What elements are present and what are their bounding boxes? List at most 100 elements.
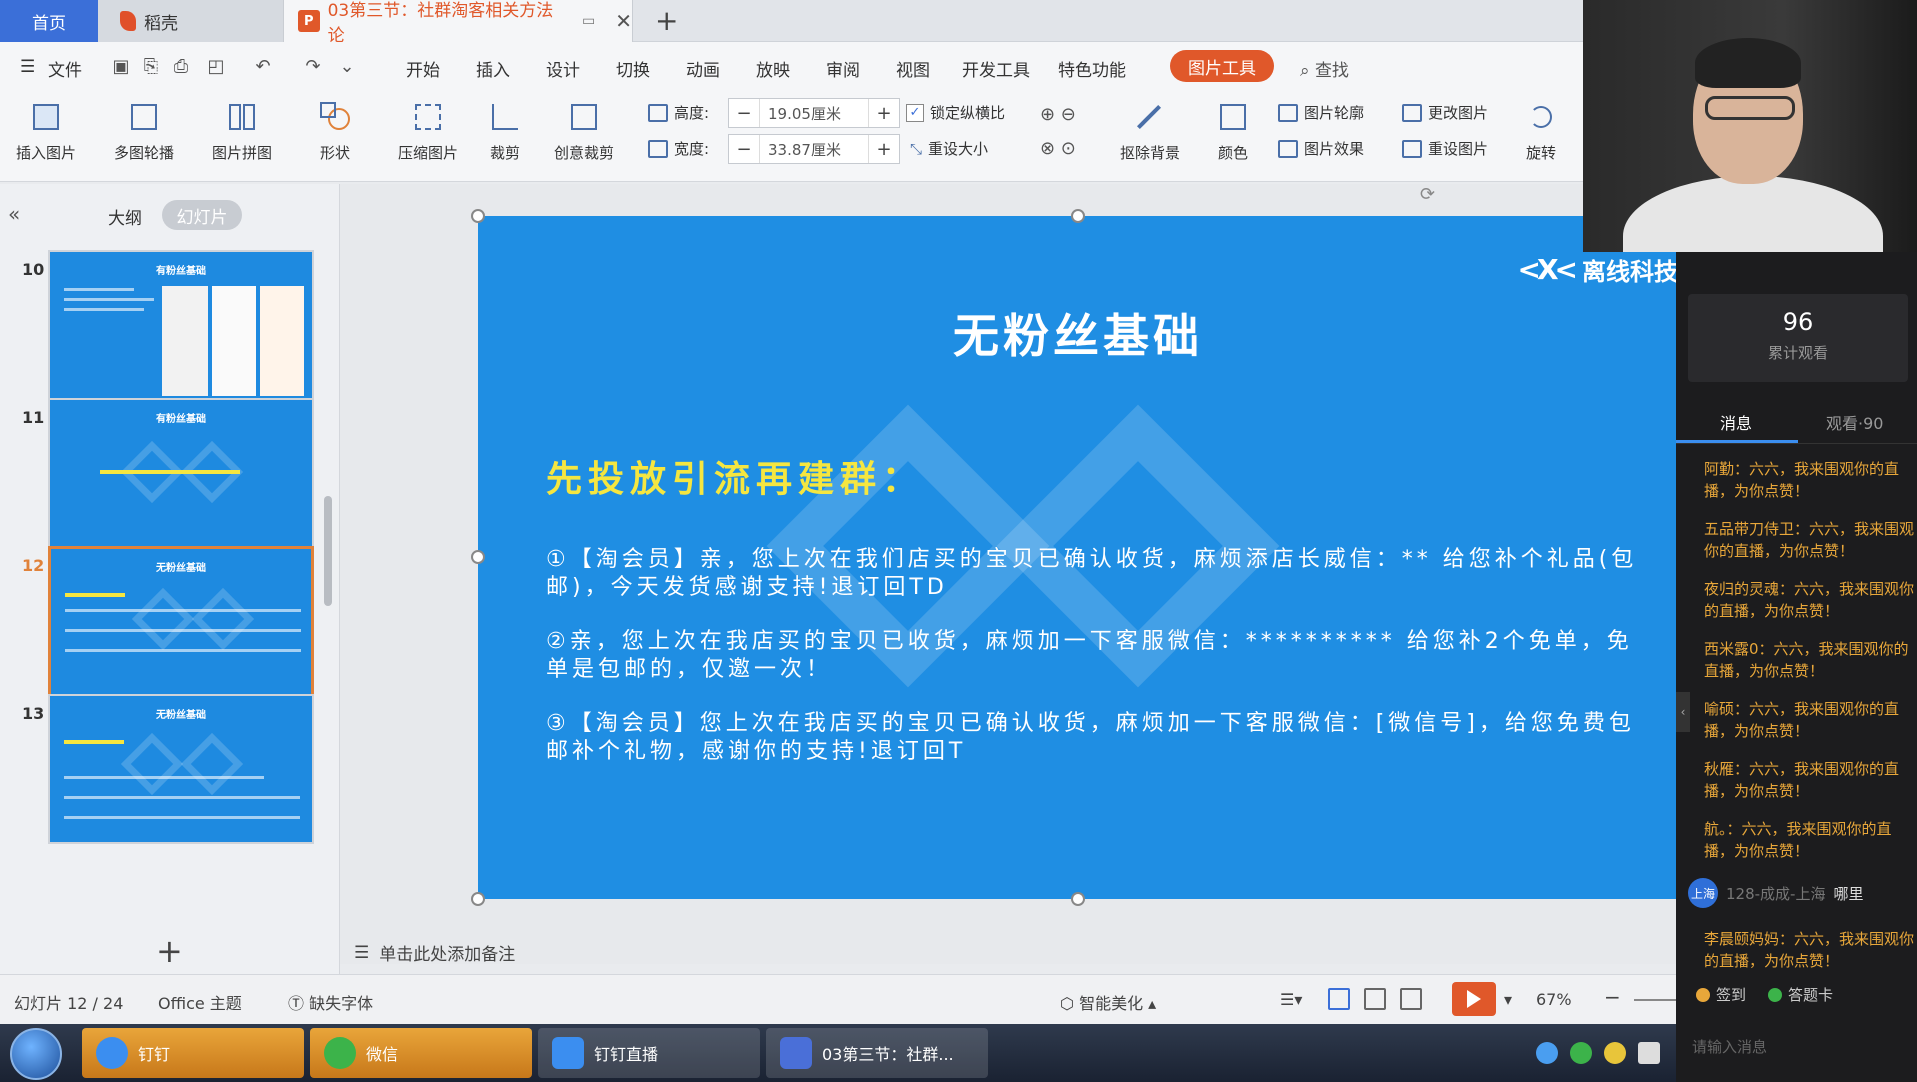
change-picture-icon — [1402, 103, 1422, 122]
menu-picture-tool-label: 图片工具 — [1188, 58, 1256, 79]
resize-handle[interactable] — [1071, 209, 1085, 223]
menu-view[interactable]: 视图 — [878, 56, 948, 81]
missing-font-button[interactable]: Ⓣ 缺失字体 — [288, 990, 373, 1014]
tab-slides[interactable]: 幻灯片 — [162, 200, 242, 230]
menu-picture-tool[interactable]: 图片工具 — [1170, 50, 1274, 82]
width-input[interactable]: − 33.87厘米 + — [728, 134, 900, 164]
picture-effect-button[interactable]: 图片效果 — [1278, 138, 1364, 159]
close-icon[interactable]: ✕ — [615, 9, 632, 33]
zoom-level[interactable]: 67% — [1536, 990, 1572, 1009]
menu-slideshow[interactable]: 放映 — [738, 56, 808, 81]
tab-messages[interactable]: 消息 — [1720, 410, 1752, 434]
multi-carousel-button[interactable]: 多图轮播 — [114, 100, 174, 163]
width-value[interactable]: 33.87厘米 — [759, 135, 869, 163]
compress-button[interactable]: 压缩图片 — [398, 100, 458, 163]
align-icons[interactable]: ⊕ ⊖ — [1040, 104, 1076, 125]
change-picture-button[interactable]: 更改图片 — [1402, 102, 1488, 123]
resize-handle[interactable] — [1071, 892, 1085, 906]
menu-developer[interactable]: 开发工具 — [948, 56, 1044, 81]
undo-icon[interactable]: ↶ — [252, 56, 274, 78]
slide-panel-scrollbar[interactable] — [324, 496, 332, 606]
slide-12[interactable]: <X< 离线科技 无粉丝基础 先投放引流再建群： ①【淘会员】亲，您上次在我们店… — [478, 216, 1678, 899]
insert-picture-button[interactable]: 插入图片 — [16, 100, 76, 163]
shape-button[interactable]: 形状 — [318, 100, 352, 163]
chevron-down-icon[interactable]: ▾ — [1504, 990, 1512, 1009]
menu-file[interactable]: 文件 — [48, 56, 82, 81]
tab-outline[interactable]: 大纲 — [108, 204, 142, 229]
height-input[interactable]: − 19.05厘米 + — [728, 98, 900, 128]
print-icon[interactable]: ⎙ — [170, 56, 192, 78]
export-icon[interactable]: ⎘ — [140, 56, 162, 78]
taskbar-dingding-live[interactable]: 钉钉直播 — [538, 1028, 760, 1078]
rotate-handle-icon[interactable]: ⟳ — [1420, 184, 1435, 205]
color-button[interactable]: 颜色 — [1216, 100, 1250, 163]
device-tray-icon[interactable] — [1638, 1042, 1660, 1064]
resize-handle[interactable] — [471, 209, 485, 223]
answer-card-button[interactable]: 答题卡 — [1768, 984, 1833, 1005]
new-tab-button[interactable]: + — [655, 4, 678, 37]
tab-watching[interactable]: 观看·90 — [1826, 410, 1883, 434]
minus-icon[interactable]: − — [729, 139, 759, 160]
plus-icon[interactable]: + — [869, 139, 899, 160]
menu-features[interactable]: 特色功能 — [1044, 56, 1140, 81]
taskbar-dingding[interactable]: 钉钉 — [82, 1028, 304, 1078]
checkin-button[interactable]: 签到 — [1696, 984, 1746, 1005]
preview-icon[interactable]: ◰ — [205, 56, 227, 78]
height-value[interactable]: 19.05厘米 — [759, 99, 869, 127]
monitor-icon[interactable]: ▭ — [582, 13, 595, 29]
rotate-button[interactable]: 旋转 — [1524, 100, 1558, 163]
thumbnail-text-line — [64, 298, 154, 301]
transform-icons[interactable]: ⊗ ⊙ — [1040, 138, 1076, 159]
save-icon[interactable]: ▣ — [110, 56, 132, 78]
reset-picture-button[interactable]: 重设图片 — [1402, 138, 1488, 159]
tab-home[interactable]: 首页 — [0, 0, 98, 42]
menu-insert[interactable]: 插入 — [458, 56, 528, 81]
tab-document[interactable]: P 03第三节：社群淘客相关方法论 ▭ ✕ — [283, 0, 633, 46]
chat-tray-icon[interactable] — [1536, 1042, 1558, 1064]
start-button[interactable] — [10, 1028, 62, 1080]
taskbar-wps-document[interactable]: 03第三节：社群... — [766, 1028, 988, 1078]
menu-animation[interactable]: 动画 — [668, 56, 738, 81]
add-tray-icon[interactable] — [1604, 1042, 1626, 1064]
reading-view-icon[interactable] — [1400, 988, 1422, 1010]
slide-thumbnail-13[interactable]: 无粉丝基础 — [48, 694, 314, 844]
creative-crop-button[interactable]: 创意裁剪 — [554, 100, 614, 163]
theme-name[interactable]: Office 主题 — [158, 990, 242, 1014]
plus-icon[interactable]: + — [869, 103, 899, 124]
message-input[interactable]: 请输入消息 — [1692, 1036, 1767, 1057]
resize-handle[interactable] — [471, 892, 485, 906]
slide-thumbnail-12[interactable]: 无粉丝基础 — [48, 546, 314, 698]
collapse-panel-icon[interactable]: ‹ — [1676, 692, 1690, 732]
menu-design[interactable]: 设计 — [528, 56, 598, 81]
slide-thumbnail-10[interactable]: 有粉丝基础 — [48, 250, 314, 402]
notes-area[interactable]: ☰ 单击此处添加备注 — [354, 940, 515, 966]
wechat-tray-icon[interactable] — [1570, 1042, 1592, 1064]
reset-size-button[interactable]: ⤡ 重设大小 — [910, 138, 988, 159]
zoom-out-icon[interactable]: − — [1604, 985, 1621, 1009]
search-button[interactable]: ⌕ 查找 — [1300, 56, 1349, 81]
crop-button[interactable]: 裁剪 — [488, 100, 522, 163]
normal-view-icon[interactable] — [1328, 988, 1350, 1010]
resize-handle[interactable] — [471, 550, 485, 564]
slide-thumbnail-11[interactable]: 有粉丝基础 — [48, 398, 314, 550]
picture-collage-button[interactable]: 图片拼图 — [212, 100, 272, 163]
taskbar-wechat[interactable]: 微信 — [310, 1028, 532, 1078]
smart-beautify-button[interactable]: ⬡ 智能美化 ▴ — [1060, 990, 1156, 1014]
menu-transition[interactable]: 切换 — [598, 56, 668, 81]
zoom-slider[interactable] — [1634, 999, 1676, 1001]
chevron-down-icon[interactable]: ⌄ — [336, 56, 358, 78]
tab-daoke[interactable]: 稻壳 — [98, 0, 283, 42]
add-slide-button[interactable]: + — [156, 932, 183, 970]
play-slideshow-button[interactable] — [1452, 982, 1496, 1016]
picture-outline-button[interactable]: 图片轮廓 — [1278, 102, 1364, 123]
minus-icon[interactable]: − — [729, 103, 759, 124]
remove-background-button[interactable]: 抠除背景 — [1120, 100, 1180, 163]
redo-icon[interactable]: ↷ — [302, 56, 324, 78]
hamburger-icon[interactable]: ☰ — [20, 57, 35, 77]
collapse-panel-icon[interactable]: « — [8, 202, 20, 226]
menu-start[interactable]: 开始 — [388, 56, 458, 81]
menu-review[interactable]: 审阅 — [808, 56, 878, 81]
lock-ratio-checkbox[interactable]: ✓ 锁定纵横比 — [906, 102, 1005, 123]
notes-toggle-icon[interactable]: ☰▾ — [1280, 990, 1302, 1009]
sorter-view-icon[interactable] — [1364, 988, 1386, 1010]
